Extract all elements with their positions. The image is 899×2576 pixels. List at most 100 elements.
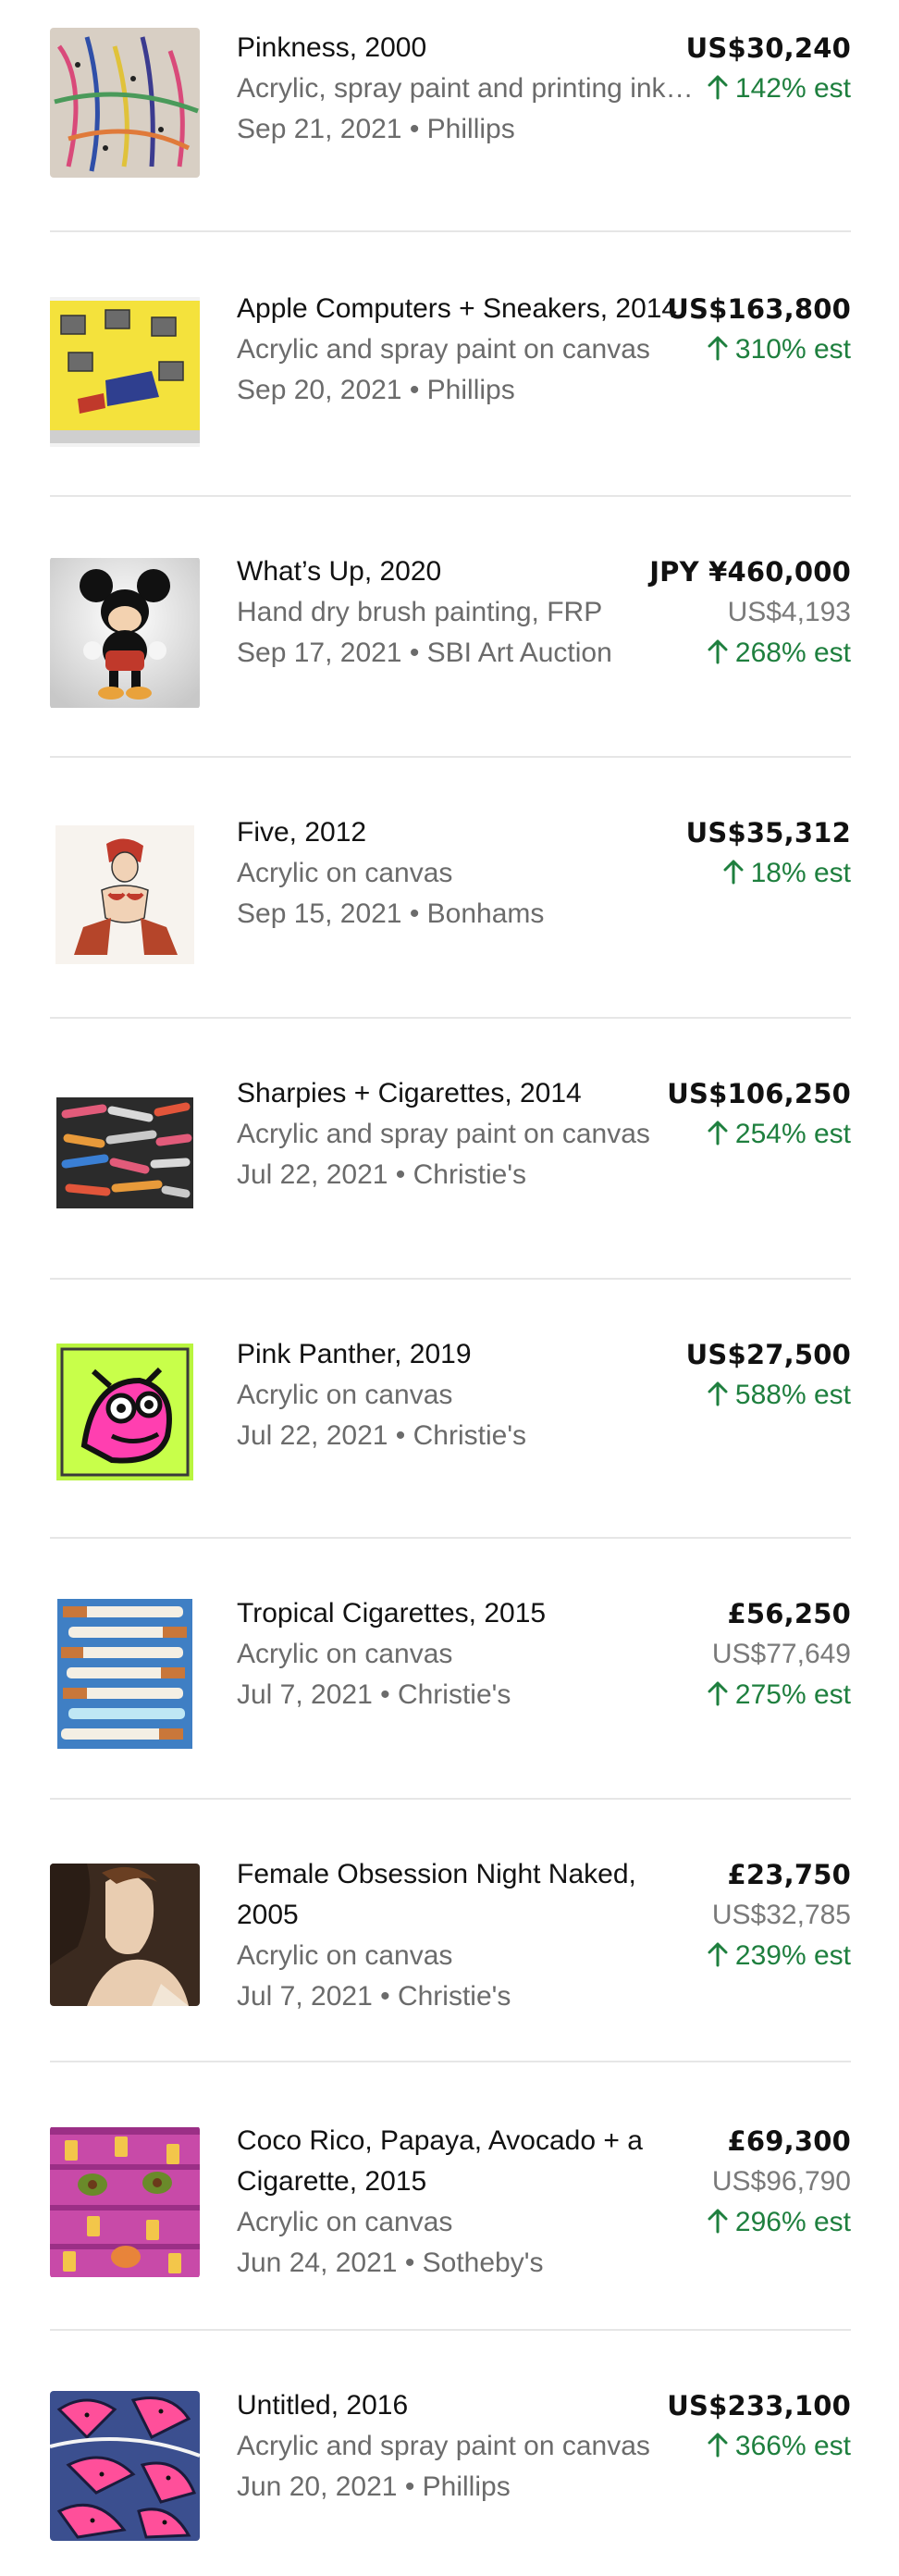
usd-equivalent-price: US$96,790 bbox=[711, 2166, 851, 2197]
artwork-title[interactable]: Apple Computers + Sneakers, 2014 bbox=[237, 289, 699, 329]
estimate-performance: 239% est bbox=[708, 1936, 851, 1976]
price-column: US$106,250 254% est bbox=[667, 1073, 851, 1155]
untitled-thumbnail[interactable] bbox=[50, 2391, 200, 2541]
artwork-info: Pink Panther, 2019 Acrylic on canvas Jul… bbox=[237, 1334, 699, 1456]
artwork-medium: Acrylic on canvas bbox=[237, 1380, 453, 1410]
estimate-label: 268% est bbox=[734, 638, 851, 668]
estimate-label: 366% est bbox=[734, 2431, 851, 2461]
sale-date-and-house: Jul 22, 2021 • Christie's bbox=[237, 1159, 527, 1190]
artwork-medium: Hand dry brush painting, FRP bbox=[237, 597, 603, 627]
artwork-medium: Acrylic and spray paint on canvas bbox=[237, 1119, 650, 1149]
artwork-title[interactable]: Tropical Cigarettes, 2015 bbox=[237, 1593, 699, 1634]
price-column: £69,300 US$96,790 296% est bbox=[708, 2121, 851, 2243]
estimate-label: 275% est bbox=[734, 1679, 851, 1710]
hammer-price: US$106,250 bbox=[667, 1078, 851, 1109]
arrow-up-icon bbox=[708, 75, 728, 100]
sale-date-and-house: Sep 15, 2021 • Bonhams bbox=[237, 898, 545, 929]
row-divider bbox=[50, 1537, 851, 1539]
hammer-price: US$30,240 bbox=[685, 32, 851, 64]
row-divider bbox=[50, 1278, 851, 1280]
price-column: JPY ¥460,000 US$4,193 268% est bbox=[649, 551, 851, 674]
price-column: US$30,240 142% est bbox=[686, 28, 851, 109]
arrow-up-icon bbox=[708, 2433, 728, 2458]
hammer-price: US$27,500 bbox=[685, 1339, 851, 1370]
artwork-info: Apple Computers + Sneakers, 2014 Acrylic… bbox=[237, 289, 699, 411]
price-column: US$163,800 310% est bbox=[667, 289, 851, 370]
pink-panther-thumbnail[interactable] bbox=[50, 1344, 200, 1480]
estimate-label: 239% est bbox=[734, 1940, 851, 1971]
artwork-medium: Acrylic, spray paint and printing ink on… bbox=[237, 73, 699, 104]
estimate-performance: 142% est bbox=[686, 68, 851, 109]
hammer-price: JPY ¥460,000 bbox=[649, 556, 851, 588]
artwork-title[interactable]: Female Obsession Night Naked, 2005 bbox=[237, 1854, 699, 1936]
estimate-label: 296% est bbox=[734, 2207, 851, 2237]
usd-equivalent-price: US$4,193 bbox=[727, 597, 851, 627]
artwork-info: Pinkness, 2000 Acrylic, spray paint and … bbox=[237, 28, 699, 150]
artwork-info: Tropical Cigarettes, 2015 Acrylic on can… bbox=[237, 1593, 699, 1715]
sale-date-and-house: Sep 17, 2021 • SBI Art Auction bbox=[237, 638, 612, 668]
artwork-info: Five, 2012 Acrylic on canvas Sep 15, 202… bbox=[237, 812, 699, 935]
artwork-title[interactable]: What’s Up, 2020 bbox=[237, 551, 699, 592]
female-obsession-thumbnail[interactable] bbox=[50, 1864, 200, 2006]
estimate-label: 310% est bbox=[734, 334, 851, 365]
row-divider bbox=[50, 2329, 851, 2331]
price-column: US$35,312 18% est bbox=[686, 812, 851, 894]
estimate-label: 588% est bbox=[734, 1380, 851, 1410]
sale-date-and-house: Jul 7, 2021 • Christie's bbox=[237, 1679, 511, 1710]
sale-date-and-house: Jul 22, 2021 • Christie's bbox=[237, 1420, 527, 1451]
artwork-title[interactable]: Untitled, 2016 bbox=[237, 2385, 699, 2426]
sharpies-thumbnail[interactable] bbox=[50, 1084, 200, 1221]
artwork-medium: Acrylic on canvas bbox=[237, 1940, 453, 1971]
row-divider bbox=[50, 1017, 851, 1019]
price-column: £23,750 US$32,785 239% est bbox=[708, 1854, 851, 1976]
artwork-title[interactable]: Pink Panther, 2019 bbox=[237, 1334, 699, 1375]
apple-computers-thumbnail[interactable] bbox=[50, 294, 200, 450]
estimate-performance: 588% est bbox=[686, 1375, 851, 1416]
hammer-price: £69,300 bbox=[727, 2125, 851, 2157]
pinkness-thumbnail[interactable] bbox=[50, 28, 200, 178]
price-column: £56,250 US$77,649 275% est bbox=[708, 1593, 851, 1715]
artwork-title[interactable]: Coco Rico, Papaya, Avocado + a Cigarette… bbox=[237, 2121, 699, 2202]
hammer-price: US$163,800 bbox=[667, 293, 851, 325]
artwork-info: Untitled, 2016 Acrylic and spray paint o… bbox=[237, 2385, 699, 2508]
artwork-title[interactable]: Pinkness, 2000 bbox=[237, 28, 699, 68]
artwork-info: Coco Rico, Papaya, Avocado + a Cigarette… bbox=[237, 2121, 699, 2284]
row-divider bbox=[50, 230, 851, 232]
row-divider bbox=[50, 756, 851, 758]
arrow-up-icon bbox=[708, 1381, 728, 1406]
row-divider bbox=[50, 495, 851, 497]
arrow-up-icon bbox=[708, 2209, 728, 2234]
tropical-cigarettes-thumbnail[interactable] bbox=[50, 1599, 200, 1749]
artwork-info: Female Obsession Night Naked, 2005 Acryl… bbox=[237, 1854, 699, 2017]
arrow-up-icon bbox=[708, 1681, 728, 1706]
artwork-medium: Acrylic and spray paint on canvas bbox=[237, 334, 650, 365]
row-divider bbox=[50, 2061, 851, 2062]
estimate-performance: 310% est bbox=[667, 329, 851, 370]
price-column: US$233,100 366% est bbox=[667, 2385, 851, 2467]
estimate-label: 142% est bbox=[734, 73, 851, 104]
estimate-performance: 254% est bbox=[667, 1114, 851, 1155]
coco-rico-thumbnail[interactable] bbox=[50, 2126, 200, 2278]
sale-date-and-house: Jul 7, 2021 • Christie's bbox=[237, 1981, 511, 2012]
estimate-performance: 275% est bbox=[708, 1675, 851, 1715]
sale-date-and-house: Jun 24, 2021 • Sotheby's bbox=[237, 2248, 544, 2278]
artwork-title[interactable]: Five, 2012 bbox=[237, 812, 699, 853]
artwork-info: What’s Up, 2020 Hand dry brush painting,… bbox=[237, 551, 699, 674]
sale-date-and-house: Sep 21, 2021 • Phillips bbox=[237, 114, 515, 144]
price-column: US$27,500 588% est bbox=[686, 1334, 851, 1416]
sale-date-and-house: Jun 20, 2021 • Phillips bbox=[237, 2471, 511, 2502]
row-divider bbox=[50, 1798, 851, 1800]
artwork-title[interactable]: Sharpies + Cigarettes, 2014 bbox=[237, 1073, 699, 1114]
estimate-performance: 296% est bbox=[708, 2202, 851, 2243]
arrow-up-icon bbox=[708, 1942, 728, 1967]
artwork-medium: Acrylic on canvas bbox=[237, 858, 453, 888]
hammer-price: £56,250 bbox=[727, 1598, 851, 1629]
estimate-label: 18% est bbox=[750, 858, 851, 888]
whats-up-thumbnail[interactable] bbox=[50, 557, 200, 709]
hammer-price: £23,750 bbox=[727, 1859, 851, 1890]
artwork-medium: Acrylic on canvas bbox=[237, 1639, 453, 1669]
arrow-up-icon bbox=[708, 639, 728, 664]
arrow-up-icon bbox=[708, 1121, 728, 1146]
five-thumbnail[interactable] bbox=[50, 825, 200, 964]
estimate-performance: 18% est bbox=[686, 853, 851, 894]
